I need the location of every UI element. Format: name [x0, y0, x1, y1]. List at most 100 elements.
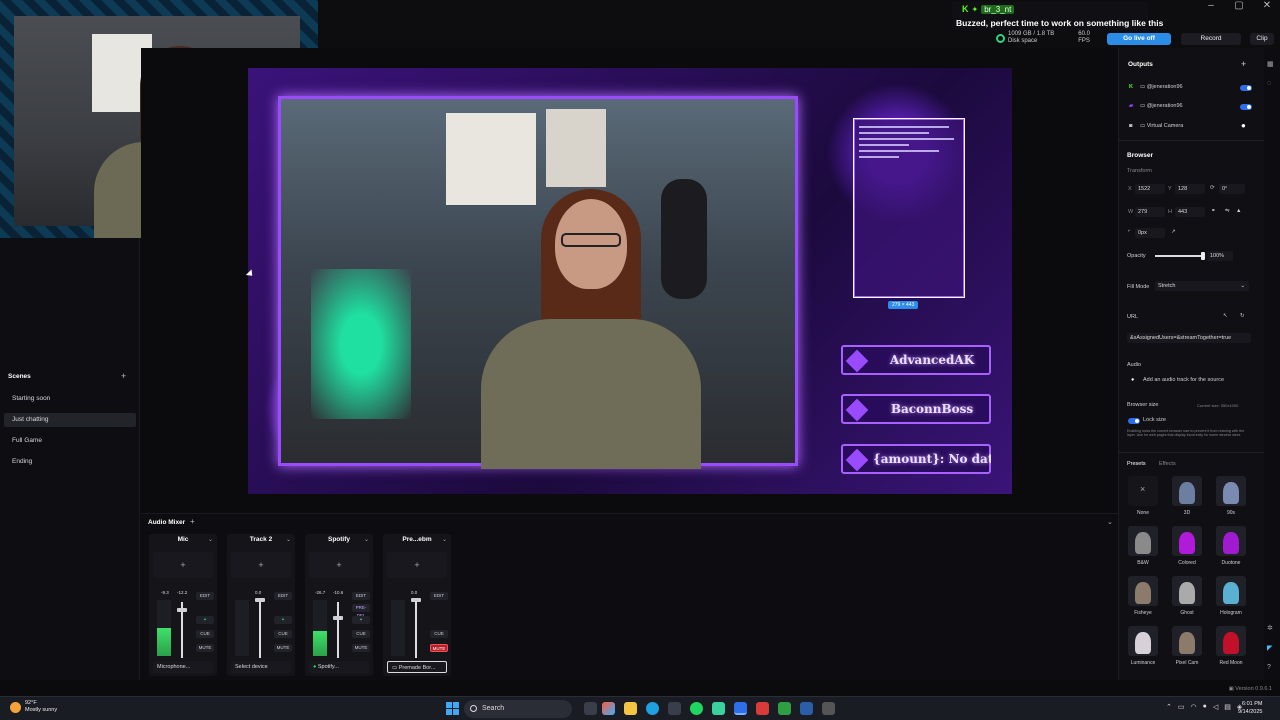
- opacity-slider[interactable]: [1155, 255, 1203, 257]
- url-input[interactable]: &sAssignedUsers=&streamTogether=true: [1127, 333, 1251, 343]
- close-button[interactable]: ✕: [1260, 0, 1274, 12]
- transform-w-input[interactable]: 279: [1135, 207, 1165, 217]
- refresh-icon[interactable]: ↻: [1240, 313, 1245, 319]
- weather-widget[interactable]: 92°F Mostly sunny: [10, 700, 57, 714]
- cue-button[interactable]: CUE: [196, 630, 214, 638]
- edit-button[interactable]: EDIT: [274, 592, 292, 600]
- maximize-button[interactable]: ▢: [1232, 0, 1246, 12]
- taskbar-clock[interactable]: 6:01 PM 9/14/2025: [1238, 700, 1262, 716]
- device-select[interactable]: ▭ Premade Bor...: [387, 661, 447, 673]
- preview-canvas-area[interactable]: 279 × 443 AdvancedAK BaconnBoss {amount}…: [141, 48, 1118, 513]
- pre-del-button[interactable]: PRE-DEL: [352, 604, 370, 618]
- rotate-icon[interactable]: ⟳: [1210, 185, 1215, 191]
- clip-button[interactable]: Clip: [1250, 33, 1274, 45]
- preset-colored[interactable]: [1172, 526, 1202, 556]
- flip-icon[interactable]: ⇋: [1225, 208, 1230, 214]
- volume-slider[interactable]: [415, 602, 417, 658]
- file-explorer-icon[interactable]: [624, 702, 637, 715]
- preset-3d[interactable]: [1172, 476, 1202, 506]
- windows-start-icon[interactable]: [446, 702, 459, 715]
- scene-item-ending[interactable]: Ending: [4, 455, 136, 469]
- mute-button[interactable]: MUTE: [352, 644, 370, 652]
- output-kick-toggle[interactable]: [1240, 85, 1252, 91]
- corner-radius-input[interactable]: 0px: [1135, 228, 1165, 238]
- transform-y-input[interactable]: 128: [1175, 184, 1205, 194]
- cue-button[interactable]: CUE: [352, 630, 370, 638]
- add-filter-button[interactable]: +: [231, 552, 291, 578]
- add-audio-track-option[interactable]: Add an audio track for the source: [1143, 377, 1224, 383]
- opacity-input[interactable]: 100%: [1207, 251, 1233, 261]
- edit-button[interactable]: EDIT: [430, 592, 448, 600]
- go-live-button[interactable]: Go live off: [1107, 33, 1171, 45]
- app-icon-2[interactable]: [822, 702, 835, 715]
- help-icon[interactable]: ?: [1267, 664, 1271, 671]
- settings-icon[interactable]: ✲: [1267, 624, 1273, 632]
- add-filter-button[interactable]: +: [387, 552, 447, 578]
- volume-slider[interactable]: [259, 602, 261, 658]
- device-select[interactable]: Select device: [231, 661, 291, 673]
- device-select[interactable]: ● Spotify...: [309, 661, 369, 673]
- copilot-icon[interactable]: [602, 702, 615, 715]
- link-aspect-icon[interactable]: ⚭: [1211, 208, 1216, 214]
- cue-button[interactable]: CUE: [430, 630, 448, 638]
- add-scene-button[interactable]: +: [121, 371, 126, 381]
- selection-outline[interactable]: [853, 118, 965, 298]
- scene-item-starting-soon[interactable]: Starting soon: [4, 392, 136, 406]
- edit-button[interactable]: EDIT: [352, 592, 370, 600]
- preset-red-moon[interactable]: [1216, 626, 1246, 656]
- chat-icon[interactable]: ◌: [1267, 80, 1271, 87]
- record-button[interactable]: Record: [1181, 33, 1241, 45]
- mute-button[interactable]: MUTE: [196, 644, 214, 652]
- edit-button[interactable]: EDIT: [196, 592, 214, 600]
- scene-item-full-game[interactable]: Full Game: [4, 434, 136, 448]
- device-select[interactable]: Microphone...: [153, 661, 213, 673]
- align-icon[interactable]: ▲: [1236, 208, 1241, 214]
- wifi-icon[interactable]: ◠: [1191, 703, 1197, 711]
- streaming-app-icon[interactable]: [734, 702, 747, 715]
- edge-icon[interactable]: [646, 702, 659, 715]
- output-twitch-toggle[interactable]: [1240, 104, 1252, 110]
- spotify-taskbar-icon[interactable]: [690, 702, 703, 715]
- radio-icon[interactable]: ●: [1131, 377, 1134, 383]
- battery-icon[interactable]: ▭: [1178, 703, 1185, 711]
- mute-button[interactable]: MUTE: [274, 644, 292, 652]
- add-filter-button[interactable]: +: [309, 552, 369, 578]
- mute-button[interactable]: MUTE: [430, 644, 448, 652]
- scene-item-just-chatting[interactable]: Just chatting: [4, 413, 136, 427]
- network-icon[interactable]: ▤: [1224, 703, 1231, 711]
- steam-icon[interactable]: [800, 702, 813, 715]
- grid-icon[interactable]: ▦: [1267, 60, 1274, 68]
- chevron-down-icon[interactable]: ⌄: [442, 536, 447, 543]
- fill-mode-select[interactable]: Stretch ⌄: [1155, 281, 1249, 291]
- preset-hologram[interactable]: [1216, 576, 1246, 606]
- volume-icon[interactable]: ◁: [1213, 703, 1218, 711]
- link-icon[interactable]: ⚭: [352, 616, 370, 624]
- transform-h-input[interactable]: 443: [1175, 207, 1205, 217]
- recording-app-icon[interactable]: [756, 702, 769, 715]
- add-output-button[interactable]: +: [1241, 59, 1246, 69]
- volume-slider-knob[interactable]: [177, 608, 187, 612]
- tab-presets[interactable]: Presets: [1127, 461, 1146, 467]
- cue-button[interactable]: CUE: [274, 630, 292, 638]
- tab-effects[interactable]: Effects: [1159, 461, 1176, 467]
- preview-camera-source[interactable]: [278, 96, 798, 469]
- store-icon[interactable]: [668, 702, 681, 715]
- chevron-up-icon[interactable]: ⌃: [1166, 703, 1172, 711]
- volume-slider-knob[interactable]: [333, 616, 343, 620]
- add-audio-track-button[interactable]: +: [190, 517, 195, 526]
- preset-luminance[interactable]: [1128, 626, 1158, 656]
- volume-slider[interactable]: [337, 602, 339, 658]
- preset-fisheye[interactable]: [1128, 576, 1158, 606]
- preset-ghost[interactable]: [1172, 576, 1202, 606]
- collapse-chevron-icon[interactable]: ⌄: [1107, 518, 1113, 526]
- app-icon[interactable]: [712, 702, 725, 715]
- link-icon[interactable]: ⚭: [196, 616, 214, 624]
- volume-slider-knob[interactable]: [255, 598, 265, 602]
- opacity-slider-knob[interactable]: [1201, 252, 1205, 260]
- excel-icon[interactable]: [778, 702, 791, 715]
- add-filter-button[interactable]: +: [153, 552, 213, 578]
- transform-x-input[interactable]: 1522: [1135, 184, 1165, 194]
- app-logo-icon[interactable]: ◤: [1267, 644, 1272, 652]
- chevron-down-icon[interactable]: ⌄: [286, 536, 291, 543]
- preset-b-w[interactable]: [1128, 526, 1158, 556]
